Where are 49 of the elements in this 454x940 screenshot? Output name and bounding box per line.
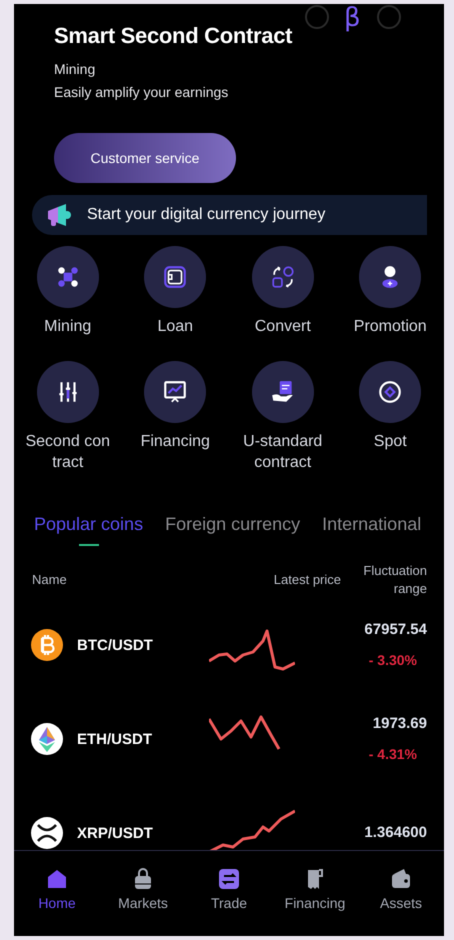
shortcut-item[interactable]: Financing	[122, 361, 229, 473]
market-row[interactable]: ETH/USDT 1973.69 - 4.31%	[14, 692, 444, 786]
market-tab[interactable]: Foreign currency	[165, 513, 300, 546]
shortcut-item[interactable]: Mining	[14, 246, 122, 337]
shortcut-item[interactable]: Spot	[336, 361, 444, 473]
wallet-icon	[162, 264, 188, 290]
notice-text: Start your digital currency journey	[87, 206, 326, 224]
tagline: Easily amplify your earnings	[54, 83, 228, 102]
column-header: Name	[32, 571, 68, 589]
subtitle: Mining	[54, 60, 96, 79]
change-text: - 3.30%	[368, 651, 418, 670]
customer-service-button[interactable]: Customer service	[54, 133, 236, 183]
change-text: - 4.31%	[368, 745, 418, 764]
column-header: Fluctuation range	[362, 562, 427, 598]
ethereum-icon	[31, 723, 63, 755]
shortcut-item[interactable]: Promotion	[336, 246, 444, 337]
shortcut-item[interactable]: Second con tract	[14, 361, 122, 473]
page-title: Smart Second Contract	[54, 22, 292, 50]
exchange-icon	[270, 264, 296, 290]
price-text: 1.364600	[364, 823, 427, 843]
swap-icon	[217, 867, 241, 891]
price-text: 67957.54	[364, 620, 427, 640]
nav-tab[interactable]: Assets	[358, 867, 444, 936]
bitcoin-icon	[31, 629, 63, 661]
shortcut-item[interactable]: U-standard contract	[229, 361, 336, 473]
beta-logo: β	[344, 4, 361, 32]
market-tab[interactable]: Popular coins	[34, 513, 144, 546]
wallet-icon	[389, 867, 413, 891]
price-text: 1973.69	[372, 714, 427, 734]
ring-icon	[305, 5, 329, 29]
market-tab[interactable]: International	[322, 513, 422, 546]
target-icon	[377, 379, 404, 405]
nav-tab[interactable]: Financing	[272, 867, 358, 936]
pair-name: BTC/USDT	[77, 636, 154, 654]
market-row[interactable]: XRP/USDT 1.364600	[14, 786, 444, 850]
home-icon	[45, 867, 69, 891]
market-row[interactable]: BTC/USDT 67957.54 - 3.30%	[14, 598, 444, 692]
nav-tab[interactable]: Home	[14, 867, 100, 936]
shortcut-item[interactable]: Convert	[229, 246, 336, 337]
megaphone-icon	[46, 203, 72, 227]
x-cross-icon	[31, 817, 63, 849]
pair-name: ETH/USDT	[77, 730, 153, 748]
column-header: Latest price	[272, 571, 341, 589]
shortcut-item[interactable]: Loan	[122, 246, 229, 337]
pair-name: XRP/USDT	[77, 824, 154, 842]
nav-tab[interactable]: Trade	[186, 867, 272, 936]
presentation-chart-icon	[162, 379, 188, 405]
ring-icon	[377, 5, 401, 29]
nav-tab[interactable]: Markets	[100, 867, 186, 936]
